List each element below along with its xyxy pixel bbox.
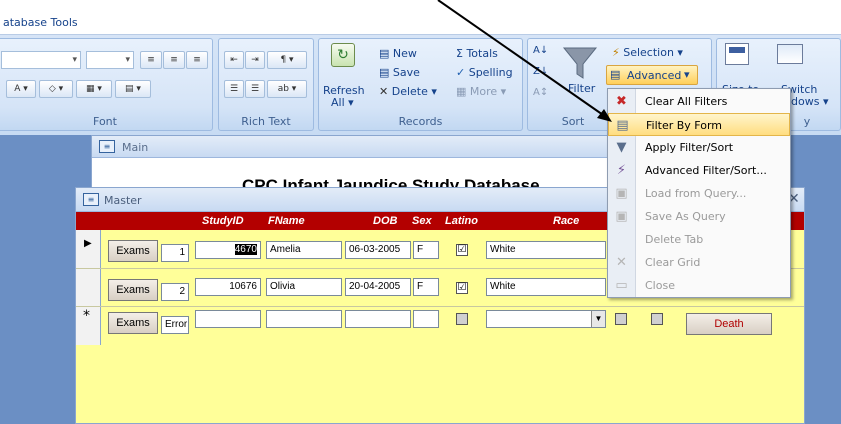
annotation-arrow-icon — [437, 0, 612, 122]
